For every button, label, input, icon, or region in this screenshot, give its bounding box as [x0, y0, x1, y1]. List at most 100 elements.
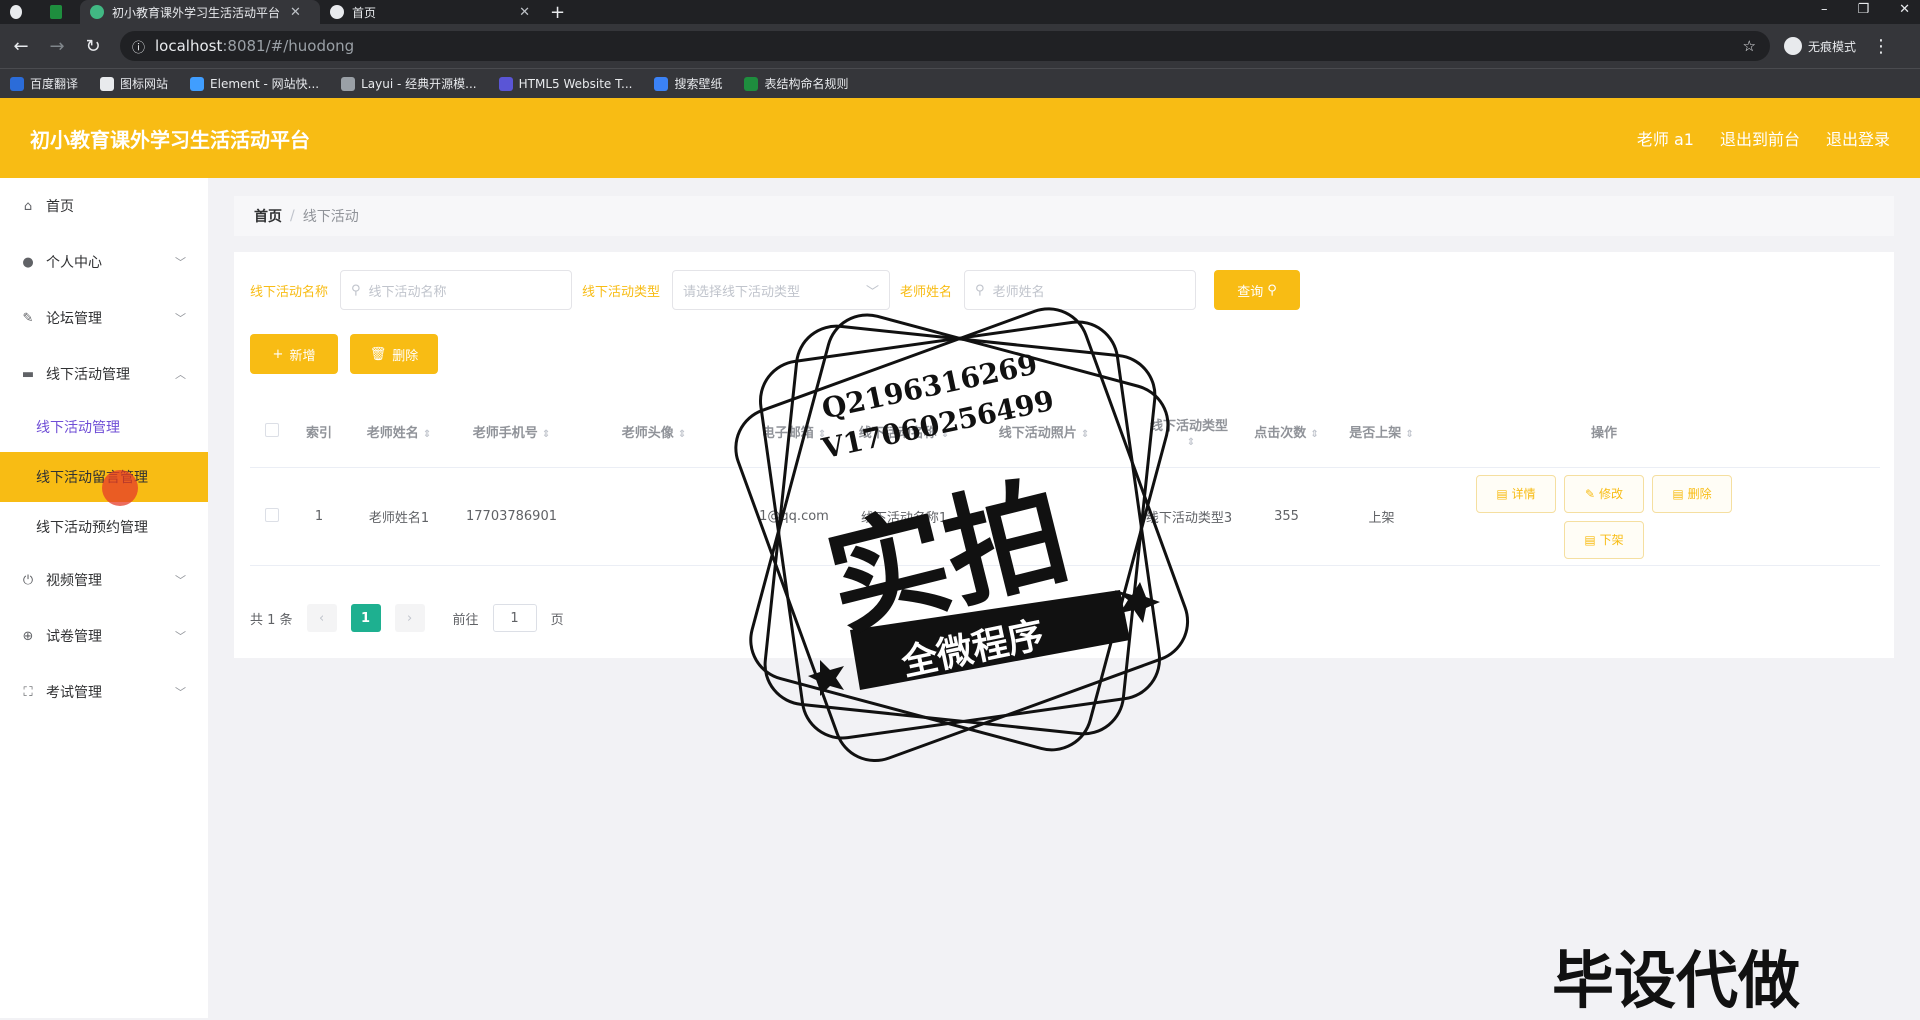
browser-tab-active[interactable]: 初小教育课外学习生活活动平台 ✕	[80, 0, 320, 24]
close-tab-icon[interactable]: ✕	[290, 5, 301, 20]
sort-icon[interactable]: ⇕	[1081, 429, 1089, 440]
goto-label: 前往	[452, 612, 479, 628]
bookmark-item[interactable]: 搜索壁纸	[654, 75, 722, 92]
sort-icon[interactable]: ⇕	[1310, 429, 1318, 440]
back-icon[interactable]: ←	[6, 36, 36, 57]
column-header: 操作	[1590, 426, 1617, 441]
url-input[interactable]: ⓘ localhost :8081/#/huodong ☆	[120, 31, 1770, 61]
sidebar-item-papers[interactable]: ⊕ 试卷管理 ﹀	[0, 608, 208, 664]
column-header[interactable]: 老师头像 ⇕	[569, 422, 739, 441]
sidebar-item-label: 试卷管理	[46, 629, 102, 645]
sidebar-item-video[interactable]: ⏻ 视频管理 ﹀	[0, 552, 208, 608]
sidebar-item-home[interactable]: ⌂ 首页	[0, 178, 208, 234]
edit-button[interactable]: ✎ 修改	[1564, 474, 1644, 513]
sort-icon[interactable]: ⇕	[1187, 437, 1195, 448]
sidebar-item-label: 个人中心	[46, 255, 102, 271]
tab-title: 首页	[352, 5, 377, 20]
unpublish-button[interactable]: ▤ 下架	[1564, 520, 1644, 559]
sidebar-item-label: 考试管理	[46, 685, 102, 701]
info-icon[interactable]: ⓘ	[132, 37, 145, 56]
bookmark-item[interactable]: Layui - 经典开源模...	[341, 75, 477, 92]
activity-name-input[interactable]: ⚲ 线下活动名称	[340, 270, 573, 310]
column-header: 索引	[305, 426, 332, 441]
breadcrumb-current: 线下活动	[302, 209, 359, 225]
sidebar-item-profile[interactable]: ● 个人中心 ﹀	[0, 234, 208, 290]
chevron-up-icon: ︿	[175, 368, 186, 381]
cell-activity-type: 线下活动类型3	[1145, 511, 1233, 526]
tab-title: 初小教育课外学习生活活动平台	[112, 5, 281, 20]
submenu-activity-manage[interactable]: 线下活动管理	[0, 402, 208, 452]
select-all-checkbox[interactable]	[250, 422, 294, 441]
trash-icon: ▤	[1672, 486, 1684, 501]
pencil-icon: ✎	[1584, 486, 1596, 501]
cell-email: 1@qq.com	[759, 509, 829, 524]
back-to-front-link[interactable]: 退出到前台	[1720, 126, 1800, 150]
sidebar-item-forum[interactable]: ✎ 论坛管理 ﹀	[0, 290, 208, 346]
cell-operations: ▤ 详情 ✎ 修改 ▤ 删除 ▤ 下架	[1439, 474, 1769, 559]
browser-pinned-tab[interactable]	[40, 0, 80, 24]
delete-button[interactable]: ▤ 删除	[1652, 474, 1732, 513]
bookmark-item[interactable]: 图标网站	[100, 75, 168, 92]
teacher-name-input[interactable]: ⚲ 老师姓名	[964, 270, 1197, 310]
sort-icon[interactable]: ⇕	[423, 429, 431, 440]
chevron-down-icon: ﹀	[175, 312, 186, 325]
bookmark-star-icon[interactable]: ☆	[1743, 37, 1756, 55]
browser-menu[interactable]	[0, 0, 40, 24]
plus-icon: +	[272, 346, 284, 362]
chevron-down-icon: ﹀	[866, 284, 880, 300]
logout-link[interactable]: 退出登录	[1826, 126, 1890, 150]
column-header[interactable]: 线下活动类型 ⇕	[1129, 415, 1249, 449]
reload-icon[interactable]: ↻	[78, 36, 108, 57]
sort-icon[interactable]: ⇕	[818, 429, 826, 440]
detail-button[interactable]: ▤ 详情	[1476, 474, 1556, 513]
browser-menu-icon[interactable]: ⋮	[1866, 36, 1896, 57]
user-icon: ●	[22, 254, 34, 270]
bookmark-item[interactable]: HTML5 Website T...	[498, 76, 632, 91]
restore-icon[interactable]: ❐	[1857, 2, 1869, 17]
incognito-badge[interactable]: 无痕模式	[1784, 37, 1856, 55]
goto-page-input[interactable]: 1	[492, 604, 537, 632]
html5-icon	[498, 76, 513, 91]
sidebar-item-exams[interactable]: ⛶ 考试管理 ﹀	[0, 664, 208, 720]
header-links: 老师 a1 退出到前台 退出登录	[1637, 126, 1890, 150]
new-tab-button[interactable]: +	[540, 0, 575, 24]
sheet-icon	[744, 76, 759, 91]
submenu-activity-booking[interactable]: 线下活动预约管理	[0, 502, 208, 552]
row-checkbox[interactable]	[250, 507, 294, 526]
breadcrumb-home[interactable]: 首页	[254, 206, 282, 226]
minimize-icon[interactable]: –	[1821, 2, 1828, 17]
column-header[interactable]: 线下活动照片 ⇕	[959, 422, 1129, 441]
bookmark-item[interactable]: Element - 网站快...	[190, 75, 319, 92]
column-header[interactable]: 老师姓名 ⇕	[344, 422, 454, 441]
forward-icon[interactable]: →	[42, 36, 72, 57]
close-window-icon[interactable]: ✕	[1899, 2, 1910, 17]
column-header[interactable]: 老师手机号 ⇕	[454, 422, 569, 441]
bookmark-item[interactable]: 表结构命名规则	[744, 75, 848, 92]
sort-icon[interactable]: ⇕	[1405, 429, 1413, 440]
sort-icon[interactable]: ⇕	[941, 429, 949, 440]
cursor-highlight	[102, 470, 138, 506]
bookmark-item[interactable]: 百度翻译	[10, 75, 78, 92]
column-header[interactable]: 电子邮箱 ⇕	[739, 422, 849, 441]
sidebar-item-offline-activity[interactable]: ▬ 线下活动管理 ︿	[0, 346, 208, 402]
prev-page-button[interactable]: ‹	[306, 604, 337, 632]
add-button[interactable]: + 新增	[250, 334, 338, 374]
sort-icon[interactable]: ⇕	[678, 429, 686, 440]
column-header[interactable]: 是否上架 ⇕	[1324, 422, 1439, 441]
activity-table: 索引 老师姓名 ⇕ 老师手机号 ⇕ 老师头像 ⇕ 电子邮箱 ⇕ 线下活动名称 ⇕ 线下活动…	[250, 396, 1880, 566]
address-bar: ← → ↻ ⓘ localhost :8081/#/huodong ☆ 无痕模式…	[0, 24, 1920, 68]
activity-type-select[interactable]: 请选择线下活动类型 ﹀	[672, 270, 891, 310]
translate-icon	[10, 76, 24, 91]
query-button[interactable]: 查询 ⚲	[1214, 270, 1301, 310]
close-tab-icon[interactable]: ✕	[519, 5, 530, 20]
sort-icon[interactable]: ⇕	[542, 429, 550, 440]
document-icon: ▤	[1584, 532, 1596, 547]
column-header[interactable]: 点击次数 ⇕	[1249, 422, 1324, 441]
layui-icon	[341, 76, 356, 91]
batch-delete-button[interactable]: 🗑 删除	[350, 334, 438, 374]
browser-tabbar: 初小教育课外学习生活活动平台 ✕ 首页 ✕ + – ❐ ✕	[0, 0, 1920, 24]
page-number-current[interactable]: 1	[350, 604, 381, 632]
next-page-button[interactable]: ›	[394, 604, 425, 632]
browser-tab[interactable]: 首页 ✕	[320, 0, 540, 24]
column-header[interactable]: 线下活动名称 ⇕	[849, 422, 959, 441]
